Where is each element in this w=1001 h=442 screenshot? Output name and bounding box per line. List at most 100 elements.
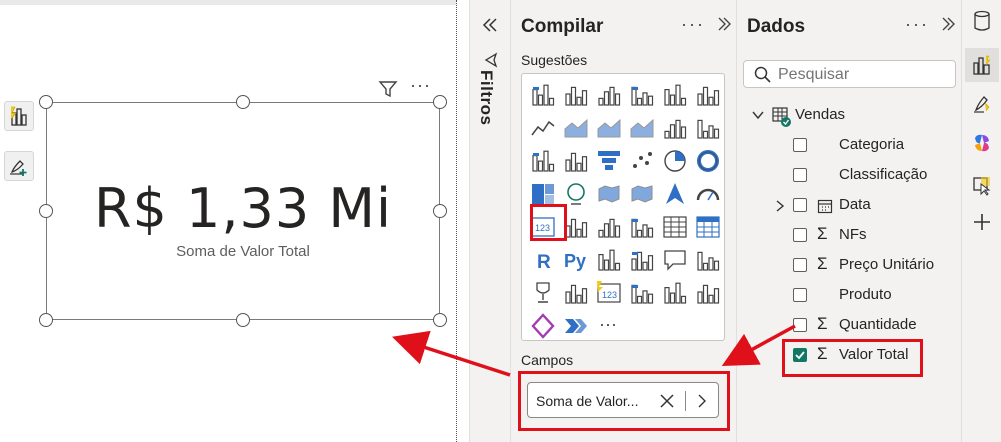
field-row[interactable]: Classificação: [737, 163, 962, 189]
matrix-icon[interactable]: [695, 214, 721, 240]
ribbon-icon[interactable]: [530, 148, 556, 174]
goals-icon[interactable]: [530, 280, 556, 306]
qa-icon[interactable]: [662, 247, 688, 273]
field-label: Preço Unitário: [839, 256, 935, 273]
add-pane-button[interactable]: [965, 205, 999, 239]
slicer-icon[interactable]: [629, 214, 655, 240]
selection-pane-toggle[interactable]: [965, 168, 999, 202]
scatter-icon[interactable]: [629, 148, 655, 174]
ellipsis-icon[interactable]: ···: [905, 14, 929, 34]
powerapps-icon[interactable]: [530, 313, 556, 339]
build-visual-icon: [10, 106, 27, 126]
build-pane-toggle[interactable]: [965, 48, 999, 82]
decomposition-tree-icon[interactable]: [629, 247, 655, 273]
field-row[interactable]: Σ Quantidade: [737, 313, 962, 339]
data-pane: Dados ··· Vendas Categoria Classificação D…: [736, 0, 961, 442]
more-options-icon[interactable]: ···: [410, 75, 431, 96]
close-icon[interactable]: [659, 393, 675, 409]
stacked-column-icon[interactable]: [563, 82, 589, 108]
100-bar-icon[interactable]: [662, 82, 688, 108]
right-rail: [961, 0, 1001, 442]
double-chevron-left-icon[interactable]: [481, 16, 499, 34]
resize-handle-top-left[interactable]: [39, 95, 53, 109]
area-icon[interactable]: [563, 115, 589, 141]
resize-handle-top[interactable]: [236, 95, 250, 109]
report-canvas[interactable]: ··· R$ 1,33 Mi Soma de Valor Total: [0, 0, 460, 442]
ellipsis-icon[interactable]: ···: [596, 313, 622, 339]
python-visual-icon[interactable]: Py: [563, 247, 589, 273]
resize-handle-bottom[interactable]: [236, 313, 250, 327]
resize-handle-right[interactable]: [433, 204, 447, 218]
shape-map-icon[interactable]: [629, 181, 655, 207]
paginated-report-icon[interactable]: [563, 280, 589, 306]
database-icon: [974, 10, 990, 31]
power-apps-icon[interactable]: [662, 280, 688, 306]
double-chevron-right-icon[interactable]: [716, 16, 732, 32]
r-visual-icon[interactable]: R: [530, 247, 556, 273]
chevron-right-icon[interactable]: [696, 393, 708, 409]
chevron-down-icon[interactable]: [751, 109, 765, 121]
100-area-icon[interactable]: [629, 115, 655, 141]
stacked-bar-icon[interactable]: [530, 82, 556, 108]
table-node-vendas[interactable]: Vendas: [737, 103, 962, 129]
line-icon[interactable]: [530, 115, 556, 141]
resize-handle-left[interactable]: [39, 204, 53, 218]
field-row[interactable]: Σ Preço Unitário: [737, 253, 962, 279]
waterfall-icon[interactable]: [563, 148, 589, 174]
field-row[interactable]: Data: [737, 193, 962, 219]
copilot-button[interactable]: [965, 126, 999, 160]
double-chevron-right-icon[interactable]: [940, 16, 956, 32]
resize-handle-bottom-left[interactable]: [39, 313, 53, 327]
100-column-icon[interactable]: [695, 82, 721, 108]
resize-handle-bottom-right[interactable]: [433, 313, 447, 327]
clustered-column-icon[interactable]: [629, 82, 655, 108]
smart-narrative-icon[interactable]: [695, 247, 721, 273]
field-checkbox[interactable]: [793, 138, 807, 152]
build-pane: Compilar ··· Sugestões 123 R Py 123 ··· Camp…: [510, 0, 736, 442]
chevron-right-icon[interactable]: [775, 199, 785, 213]
line-clustered-icon[interactable]: [695, 115, 721, 141]
field-row[interactable]: Σ NFs: [737, 223, 962, 249]
field-checkbox[interactable]: [793, 258, 807, 272]
filters-pane-collapsed[interactable]: Filtros: [469, 0, 510, 442]
more-visuals-icon[interactable]: [563, 313, 589, 339]
field-checkbox[interactable]: [793, 288, 807, 302]
field-row[interactable]: Produto: [737, 283, 962, 309]
format-pane-toggle[interactable]: [965, 86, 999, 120]
field-label: Data: [839, 196, 871, 213]
field-row[interactable]: Categoria: [737, 133, 962, 159]
field-checkbox[interactable]: [793, 198, 807, 212]
search-input[interactable]: [778, 65, 948, 85]
power-automate-icon[interactable]: [629, 280, 655, 306]
ellipsis-icon[interactable]: ···: [681, 14, 705, 34]
filters-label[interactable]: Filtros: [476, 70, 496, 125]
visual-header: ···: [378, 75, 431, 99]
resize-handle-top-right[interactable]: [433, 95, 447, 109]
arcgis-icon[interactable]: [695, 280, 721, 306]
format-visual-tool-button[interactable]: [4, 151, 34, 181]
table-icon[interactable]: [662, 214, 688, 240]
card-new-icon[interactable]: 123: [596, 280, 622, 306]
filter-icon[interactable]: [378, 80, 398, 98]
card-visual[interactable]: R$ 1,33 Mi Soma de Valor Total: [46, 102, 440, 320]
data-pane-toggle[interactable]: [965, 4, 999, 38]
kpi-icon[interactable]: [596, 214, 622, 240]
field-well-chip[interactable]: Soma de Valor...: [527, 382, 719, 418]
donut-icon[interactable]: [695, 148, 721, 174]
line-column-icon[interactable]: [662, 115, 688, 141]
field-checkbox[interactable]: [793, 168, 807, 182]
pie-icon[interactable]: [662, 148, 688, 174]
azure-map-icon[interactable]: [662, 181, 688, 207]
clustered-bar-icon[interactable]: [596, 82, 622, 108]
field-checkbox[interactable]: [793, 318, 807, 332]
suggestions-label: Sugestões: [521, 52, 588, 68]
field-label: NFs: [839, 226, 867, 243]
build-visual-tool-button[interactable]: [4, 101, 34, 131]
filled-map-icon[interactable]: [596, 181, 622, 207]
field-checkbox[interactable]: [793, 228, 807, 242]
stacked-area-icon[interactable]: [596, 115, 622, 141]
funnel-icon[interactable]: [596, 148, 622, 174]
search-box[interactable]: [743, 60, 956, 88]
key-influencers-icon[interactable]: [596, 247, 622, 273]
gauge-icon[interactable]: [695, 181, 721, 207]
